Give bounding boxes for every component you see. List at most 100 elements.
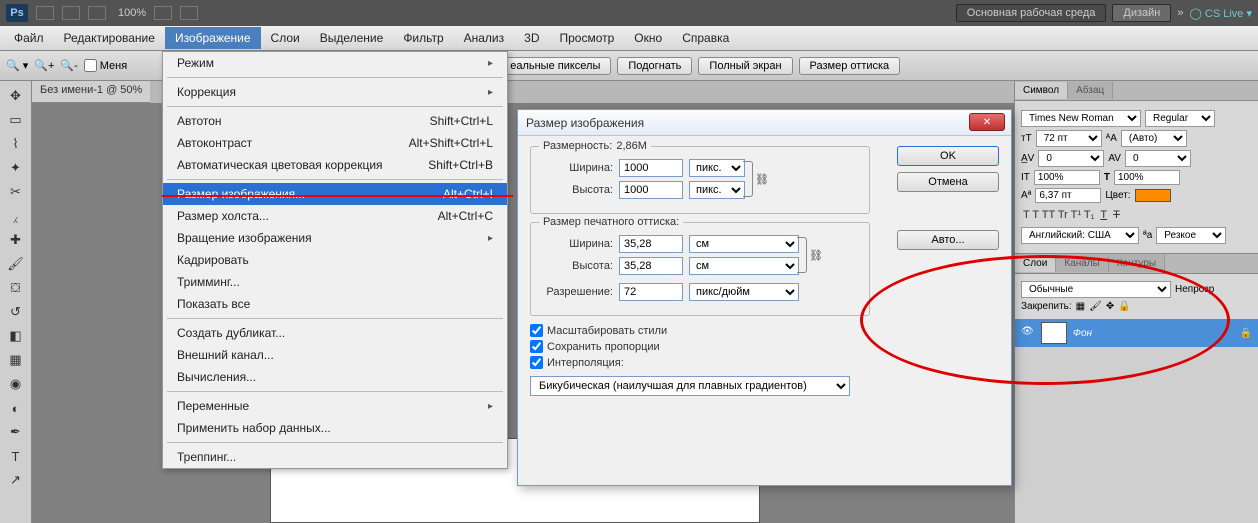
baseline-input[interactable] [1035,188,1101,203]
history-brush-icon[interactable]: ↺ [5,303,27,321]
zoom-in-icon[interactable]: 🔍+ [34,59,54,72]
eyedropper-tool-icon[interactable]: ⁁ [5,207,27,225]
antialias-select[interactable]: Резкое [1156,227,1226,244]
zoom-tool-icon[interactable]: 🔍 ▾ [6,59,28,72]
lock-all-icon[interactable]: 🔒 [1118,301,1130,312]
wand-tool-icon[interactable]: ✦ [5,159,27,177]
design-button[interactable]: Дизайн [1112,4,1171,22]
cslive-link[interactable]: ◯ CS Live ▾ [1190,7,1252,20]
menu-window[interactable]: Окно [624,27,672,49]
language-select[interactable]: Английский: США [1021,227,1139,244]
pixel-width-input[interactable] [619,159,683,177]
menu-canvas-size[interactable]: Размер холста...Alt+Ctrl+C [163,205,507,227]
zoom-out-icon[interactable]: 🔍- [60,59,77,72]
actual-pixels-button[interactable]: еальные пикселы [499,57,611,75]
doc-height-input[interactable] [619,257,683,275]
menu-adjustments[interactable]: Коррекция [163,81,507,103]
resample-method-select[interactable]: Бикубическая (наилучшая для плавных град… [530,376,850,396]
zoom-level[interactable]: 100% [118,7,146,19]
doc-height-unit[interactable]: см [689,257,799,275]
lock-brush-icon[interactable]: 🖌 [1089,301,1102,312]
leading-select[interactable]: (Авто) [1121,130,1187,147]
pixel-width-unit[interactable]: пикс. [689,159,745,177]
lock-move-icon[interactable]: ✥ [1106,301,1114,312]
menu-autotone[interactable]: АвтотонShift+Ctrl+L [163,110,507,132]
resize-windows-checkbox[interactable]: Меня [84,59,127,72]
screen-mode-icon[interactable] [88,6,106,20]
document-tab[interactable]: Без имени-1 @ 50% [32,81,150,103]
pen-tool-icon[interactable]: ✒ [5,423,27,441]
menu-layer[interactable]: Слои [261,27,310,49]
vscale-input[interactable] [1034,170,1100,185]
minibridge-icon[interactable] [62,6,80,20]
menu-3d[interactable]: 3D [514,27,549,49]
font-style-select[interactable]: Regular [1145,110,1215,127]
visibility-icon[interactable]: 👁 [1021,326,1035,340]
tab-character[interactable]: Символ [1015,82,1068,99]
pixel-height-input[interactable] [619,181,683,199]
menu-help[interactable]: Справка [672,27,739,49]
menu-trim[interactable]: Тримминг... [163,271,507,293]
menu-apply-dataset[interactable]: Применить набор данных... [163,417,507,439]
brush-tool-icon[interactable]: 🖌 [5,255,27,273]
tab-paths[interactable]: Контуры [1109,255,1165,272]
menu-analysis[interactable]: Анализ [454,27,515,49]
menu-image[interactable]: Изображение [165,27,261,49]
layer-thumbnail[interactable] [1041,322,1067,344]
menu-apply-image[interactable]: Внешний канал... [163,344,507,366]
eraser-tool-icon[interactable]: ◧ [5,327,27,345]
close-button[interactable]: ✕ [969,113,1005,131]
menu-duplicate[interactable]: Создать дубликат... [163,322,507,344]
fullscreen-button[interactable]: Полный экран [698,57,792,75]
lock-pixels-icon[interactable]: ▦ [1076,301,1085,312]
text-color-swatch[interactable] [1135,189,1171,202]
tab-layers[interactable]: Слои [1015,255,1056,272]
layer-row-background[interactable]: 👁 Фон 🔒 [1015,319,1258,347]
chain-icon[interactable]: ⛓ [755,173,769,186]
stamp-tool-icon[interactable]: ⛋ [5,279,27,297]
menu-crop[interactable]: Кадрировать [163,249,507,271]
menu-autocontrast[interactable]: АвтоконтрастAlt+Shift+Ctrl+L [163,132,507,154]
tab-channels[interactable]: Каналы [1056,255,1109,272]
auto-button[interactable]: Авто... [897,230,999,250]
extras-icon[interactable] [180,6,198,20]
dialog-titlebar[interactable]: Размер изображения ✕ [518,110,1011,136]
move-tool-icon[interactable]: ✥ [5,87,27,105]
bridge-icon[interactable] [36,6,54,20]
doc-width-input[interactable] [619,235,683,253]
menu-rotation[interactable]: Вращение изображения [163,227,507,249]
menu-variables[interactable]: Переменные [163,395,507,417]
path-tool-icon[interactable]: ↗ [5,471,27,489]
menu-edit[interactable]: Редактирование [54,27,165,49]
menu-calculations[interactable]: Вычисления... [163,366,507,388]
type-style-buttons[interactable]: T T TT Tr T¹ T₁ T T [1023,209,1250,221]
tab-paragraph[interactable]: Абзац [1068,82,1113,99]
kerning-select[interactable]: 0 [1038,150,1104,167]
menu-filter[interactable]: Фильтр [393,27,453,49]
crop-tool-icon[interactable]: ✂ [5,183,27,201]
scale-styles-checkbox[interactable] [530,324,543,337]
menu-autocolor[interactable]: Автоматическая цветовая коррекцияShift+C… [163,154,507,176]
hscale-input[interactable] [1114,170,1180,185]
menu-view[interactable]: Просмотр [549,27,624,49]
gradient-tool-icon[interactable]: ▦ [5,351,27,369]
doc-width-unit[interactable]: см [689,235,799,253]
menu-file[interactable]: Файл [4,27,54,49]
resolution-input[interactable] [619,283,683,301]
menu-reveal-all[interactable]: Показать все [163,293,507,315]
cancel-button[interactable]: Отмена [897,172,999,192]
font-family-select[interactable]: Times New Roman [1021,110,1141,127]
constrain-checkbox[interactable] [530,340,543,353]
resample-checkbox[interactable] [530,356,543,369]
menu-image-size[interactable]: Размер изображения...Alt+Ctrl+I [163,183,507,205]
pixel-height-unit[interactable]: пикс. [689,181,745,199]
arrange-icon[interactable] [154,6,172,20]
fit-screen-button[interactable]: Подогнать [617,57,692,75]
heal-tool-icon[interactable]: ✚ [5,231,27,249]
font-size-select[interactable]: 72 пт [1036,130,1102,147]
ok-button[interactable]: OK [897,146,999,166]
dodge-tool-icon[interactable]: ◐ [5,399,27,417]
more-icon[interactable]: » [1177,7,1183,19]
blur-tool-icon[interactable]: ◉ [5,375,27,393]
lasso-tool-icon[interactable]: ⌇ [5,135,27,153]
